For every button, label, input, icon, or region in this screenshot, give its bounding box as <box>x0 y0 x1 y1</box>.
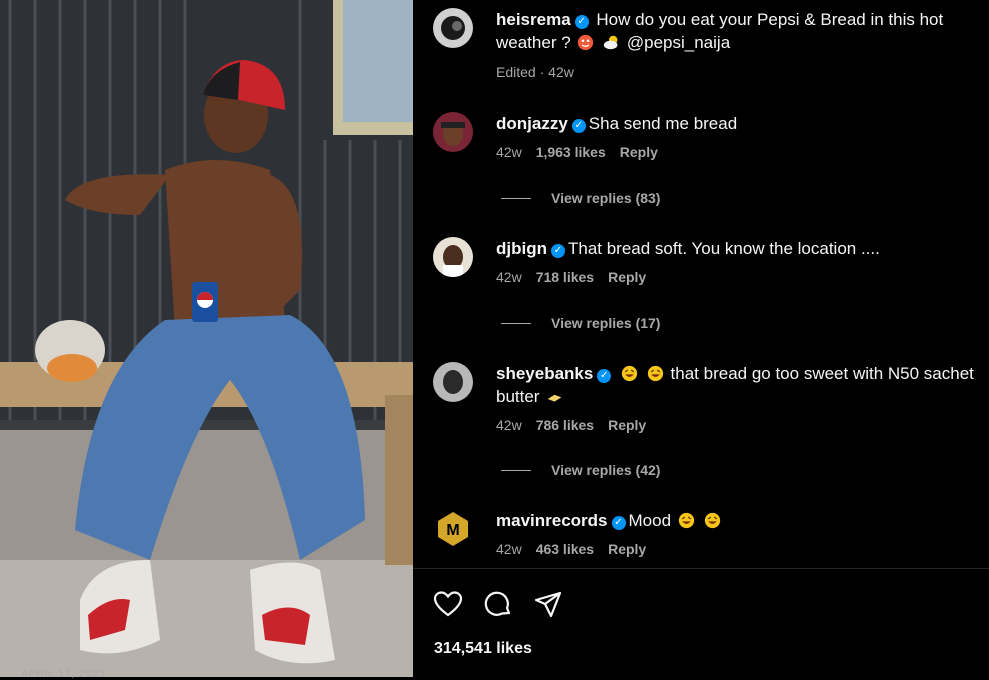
reply-button[interactable]: Reply <box>620 144 658 160</box>
mention-link[interactable]: @pepsi_naija <box>627 33 730 52</box>
view-replies-label: View replies (42) <box>551 462 661 478</box>
hot-face-emoji-icon <box>578 34 594 51</box>
share-icon[interactable] <box>533 589 563 619</box>
comment-text: that bread go too sweet with N50 sachet <box>670 364 974 383</box>
comment-text: Mood <box>628 511 672 530</box>
author-avatar[interactable] <box>433 8 473 48</box>
svg-text:M: M <box>446 522 459 539</box>
comment-text: Sha send me bread <box>588 114 738 133</box>
view-replies-label: View replies (83) <box>551 190 661 206</box>
commenter-username[interactable]: djbign <box>496 239 547 258</box>
post-photo <box>0 0 413 677</box>
comment-likes[interactable]: 463 likes <box>536 541 594 557</box>
divider <box>501 470 531 471</box>
comment-likes[interactable]: 718 likes <box>536 269 594 285</box>
verified-badge-icon: ✓ <box>571 119 586 133</box>
reply-button[interactable]: Reply <box>608 269 646 285</box>
reply-button[interactable]: Reply <box>608 541 646 557</box>
post-date: APRIL 17, 2023 <box>21 669 106 680</box>
commenter-avatar[interactable]: M <box>433 509 473 549</box>
commenter-avatar[interactable] <box>433 362 473 402</box>
post-actions-bar: 314,541 likes <box>413 568 989 678</box>
reply-button[interactable]: Reply <box>608 417 646 433</box>
verified-badge-icon: ✓ <box>574 15 589 29</box>
laughing-emoji-icon <box>621 365 638 382</box>
commenter-avatar[interactable] <box>433 112 473 152</box>
laughing-emoji-icon <box>678 512 694 529</box>
verified-badge-icon: ✓ <box>611 516 626 530</box>
comment-age: 42w <box>496 144 522 160</box>
heart-icon[interactable] <box>433 589 463 619</box>
butter-emoji-icon <box>547 394 562 402</box>
divider <box>501 198 531 199</box>
commenter-username[interactable]: mavinrecords <box>496 511 608 530</box>
comment-icon[interactable] <box>483 589 513 619</box>
comment-age: 42w <box>496 541 522 557</box>
comment-text: That bread soft. You know the location .… <box>567 239 880 258</box>
author-username[interactable]: heisrema <box>496 10 571 29</box>
verified-badge-icon: ✓ <box>550 244 565 258</box>
laughing-emoji-icon <box>704 512 720 529</box>
sun-cloud-emoji-icon <box>603 35 618 50</box>
comment-age: 42w <box>496 417 522 433</box>
commenter-username[interactable]: sheyebanks <box>496 364 593 383</box>
divider <box>501 323 531 324</box>
comment-likes[interactable]: 1,963 likes <box>536 144 606 160</box>
caption-age: 42w <box>548 64 574 80</box>
view-replies-button[interactable]: View replies (17) <box>501 315 660 331</box>
comment-age: 42w <box>496 269 522 285</box>
commenter-username[interactable]: donjazzy <box>496 114 568 133</box>
view-replies-button[interactable]: View replies (42) <box>501 462 660 478</box>
edited-label: Edited <box>496 64 536 80</box>
laughing-emoji-icon <box>647 365 663 382</box>
post-likes-count[interactable]: 314,541 likes <box>434 640 532 658</box>
comment-likes[interactable]: 786 likes <box>536 417 594 433</box>
comment-text-continued: butter <box>496 387 540 406</box>
verified-badge-icon: ✓ <box>597 369 612 383</box>
view-replies-label: View replies (17) <box>551 315 661 331</box>
comments-panel: heisrema ✓ How do you eat your Pepsi & Br… <box>413 0 989 677</box>
view-replies-button[interactable]: View replies (83) <box>501 190 660 206</box>
commenter-avatar[interactable] <box>433 237 473 277</box>
